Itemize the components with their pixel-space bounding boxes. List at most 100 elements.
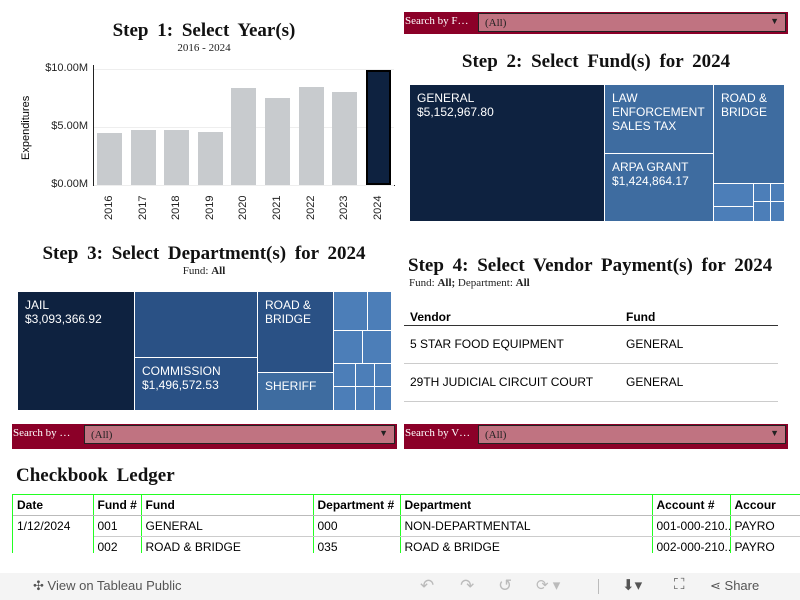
- col-fund[interactable]: Fund: [141, 495, 314, 516]
- dept-filter-value: (All): [91, 429, 113, 441]
- ledger-table[interactable]: Date Fund # Fund Department # Department…: [12, 494, 800, 553]
- revert-icon[interactable]: ↺: [498, 576, 512, 596]
- view-on-tableau-link[interactable]: ✣ View on Tableau Public: [33, 578, 181, 594]
- vendor-fund: GENERAL: [626, 337, 684, 351]
- dept-tile-small[interactable]: [355, 363, 375, 387]
- dept-tile-small[interactable]: [333, 363, 356, 387]
- step2-title: Step 2: Select Fund(s) for 2024: [461, 51, 731, 72]
- fullscreen-icon[interactable]: ⛶: [674, 576, 685, 593]
- dept-tile-small[interactable]: [333, 330, 363, 364]
- dept-tile-small[interactable]: [367, 291, 392, 331]
- ledger-row[interactable]: 1/12/2024 001 GENERAL 000 NON-DEPARTMENT…: [13, 515, 800, 537]
- fund-tile-small[interactable]: [753, 201, 771, 222]
- cell: 000: [313, 515, 401, 537]
- dept-filter-dropdown[interactable]: (All) ▼: [84, 425, 395, 444]
- x-tick-label: 2016: [103, 195, 115, 220]
- fund-filter-value: (All): [485, 17, 507, 29]
- fund-tile-small[interactable]: [770, 201, 785, 222]
- chevron-down-icon: ▼: [770, 16, 779, 26]
- bar-2019[interactable]: [197, 132, 223, 185]
- x-tick-label: 2021: [271, 195, 283, 220]
- department-search-filter[interactable]: Search by … (All) ▼: [12, 424, 397, 449]
- gridline: [94, 69, 394, 70]
- fund-search-filter[interactable]: Search by F… (All) ▼: [404, 12, 788, 34]
- fund-tile-general[interactable]: GENERAL $5,152,967.80: [409, 84, 605, 222]
- dept-tile-jail[interactable]: JAIL $3,093,366.92: [17, 291, 135, 411]
- year-bar-chart[interactable]: $0.00M $5.00M $10.00M 2016 2017 2018 2019 2020 2…: [0, 0, 400, 230]
- fund-tile-small[interactable]: [713, 183, 754, 207]
- dept-tile-sheriff[interactable]: SHERIFF: [257, 372, 334, 411]
- bar-2021[interactable]: [265, 98, 290, 185]
- cell: 001-000-210..: [652, 515, 731, 537]
- fund-label: Fund:: [409, 277, 435, 289]
- fund-tile-law-enforcement[interactable]: LAW ENFORCEMENT SALES TAX: [604, 84, 714, 154]
- refresh-icon[interactable]: ⟳ ▾: [536, 576, 560, 594]
- tile-name: ROAD & BRIDGE: [721, 91, 768, 119]
- bar-2024[interactable]: [365, 69, 391, 185]
- x-tick-label: 2018: [170, 195, 183, 220]
- dept-value: All: [515, 277, 530, 289]
- x-tick-label: 2020: [237, 195, 250, 220]
- dept-tile-small[interactable]: [362, 330, 392, 364]
- bar-2016[interactable]: [97, 133, 122, 185]
- tile-value: $5,152,967.80: [417, 105, 494, 119]
- header-fund: Fund: [626, 310, 656, 324]
- cell: GENERAL: [141, 515, 314, 537]
- fund-filter-dropdown[interactable]: (All) ▼: [478, 13, 786, 32]
- vendor-table-header: Vendor Fund: [404, 308, 778, 326]
- tile-name: ARPA GRANT: [612, 160, 689, 174]
- vendor-row[interactable]: 5 STAR FOOD EQUIPMENT GENERAL: [404, 326, 778, 364]
- undo-icon[interactable]: ↶: [420, 576, 434, 596]
- dept-tile-road-bridge[interactable]: ROAD & BRIDGE: [257, 291, 334, 373]
- col-fund-num[interactable]: Fund #: [93, 495, 142, 516]
- cell: 001: [93, 515, 142, 537]
- divider: [598, 579, 599, 594]
- dept-tile-commission[interactable]: COMMISSION $1,496,572.53: [134, 357, 258, 411]
- fund-tile-small[interactable]: [713, 206, 754, 222]
- bar-2017[interactable]: [130, 130, 156, 185]
- dept-tile-small[interactable]: [355, 386, 375, 411]
- bar-2023[interactable]: [332, 92, 358, 185]
- header-vendor: Vendor: [410, 310, 451, 324]
- vendor-filter-label: Search by V…: [405, 427, 471, 439]
- dept-tile-unlabeled[interactable]: [134, 291, 258, 358]
- cell: PAYRO: [730, 536, 800, 553]
- chevron-down-icon: ▼: [770, 428, 779, 438]
- department-treemap: JAIL $3,093,366.92 COMMISSION $1,496,572.5…: [17, 291, 392, 411]
- fund-tile-road-bridge[interactable]: ROAD & BRIDGE: [713, 84, 785, 184]
- vendor-filter-dropdown[interactable]: (All) ▼: [478, 425, 786, 444]
- col-account-num[interactable]: Account #: [652, 495, 731, 516]
- x-tick-label: 2022: [304, 195, 317, 220]
- col-date[interactable]: Date: [13, 495, 94, 516]
- col-dept-num[interactable]: Department #: [313, 495, 401, 516]
- cell: 002-000-210..: [652, 536, 731, 553]
- fund-tile-arpa[interactable]: ARPA GRANT $1,424,864.17: [604, 153, 714, 222]
- fund-filter-label: Search by F…: [405, 15, 469, 27]
- dept-tile-small[interactable]: [333, 291, 368, 331]
- bar-2018[interactable]: [164, 130, 190, 185]
- vendor-table: Vendor Fund 5 STAR FOOD EQUIPMENT GENERA…: [404, 308, 778, 402]
- col-department[interactable]: Department: [400, 495, 653, 516]
- fund-tile-small[interactable]: [753, 183, 771, 202]
- bar-2022[interactable]: [298, 86, 324, 185]
- redo-icon[interactable]: ↷: [460, 576, 474, 596]
- dept-tile-small[interactable]: [333, 386, 356, 411]
- vendor-row[interactable]: 29TH JUDICIAL CIRCUIT COURT GENERAL: [404, 364, 778, 402]
- bar-2020[interactable]: [231, 88, 257, 185]
- cell: 035: [313, 536, 401, 553]
- ledger-row[interactable]: 002 ROAD & BRIDGE 035 ROAD & BRIDGE 002-…: [13, 536, 800, 553]
- share-button[interactable]: ⋖ Share: [710, 578, 759, 594]
- vendor-name: 29TH JUDICIAL CIRCUIT COURT: [410, 375, 594, 389]
- dept-tile-small[interactable]: [374, 386, 392, 411]
- dept-tile-small[interactable]: [374, 363, 392, 387]
- vendor-search-filter[interactable]: Search by V… (All) ▼: [404, 424, 788, 449]
- x-tick-label: 2023: [338, 195, 351, 220]
- cell: PAYRO: [730, 515, 800, 537]
- download-icon[interactable]: ⬇▾: [622, 576, 642, 594]
- tile-value: $1,424,864.17: [612, 174, 689, 188]
- fund-tile-small[interactable]: [770, 183, 785, 202]
- x-tick-label: 2017: [136, 195, 149, 220]
- tableau-logo-icon: ✣: [33, 578, 44, 593]
- tableau-toolbar: ✣ View on Tableau Public ↶ ↷ ↺ ⟳ ▾ ⬇▾ ⛶ …: [0, 573, 800, 600]
- col-account[interactable]: Accour: [730, 495, 800, 516]
